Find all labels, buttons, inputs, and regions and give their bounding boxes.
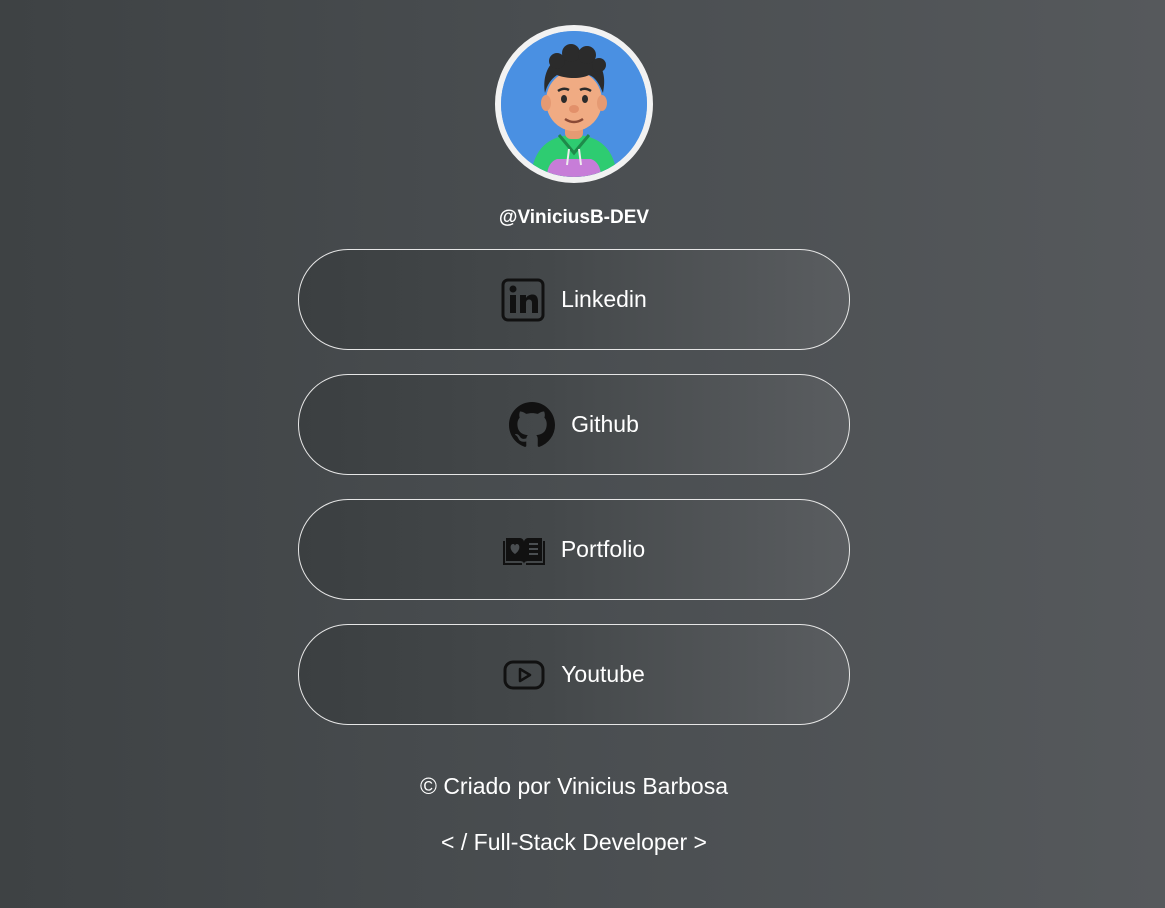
avatar-illustration	[501, 31, 647, 177]
linkedin-link-label: Linkedin	[561, 286, 647, 312]
youtube-link-button[interactable]: Youtube	[298, 624, 850, 725]
github-icon	[509, 401, 556, 448]
portfolio-link-button[interactable]: Portfolio	[298, 499, 850, 600]
youtube-icon	[503, 660, 545, 690]
footer-credit: © Criado por Vinicius Barbosa	[419, 773, 728, 799]
profile-avatar	[495, 25, 653, 183]
portfolio-link-label: Portfolio	[560, 536, 646, 562]
linkedin-icon	[501, 278, 545, 322]
github-link-label: Github	[571, 411, 639, 437]
profile-handle: @ViniciusB-DEV	[498, 207, 650, 228]
linkedin-link-button[interactable]: Linkedin	[298, 249, 850, 350]
github-link-button[interactable]: Github	[298, 374, 850, 475]
youtube-link-label: Youtube	[561, 661, 645, 687]
footer-tagline: < / Full-Stack Developer >	[441, 829, 707, 855]
open-book-icon	[502, 532, 545, 568]
